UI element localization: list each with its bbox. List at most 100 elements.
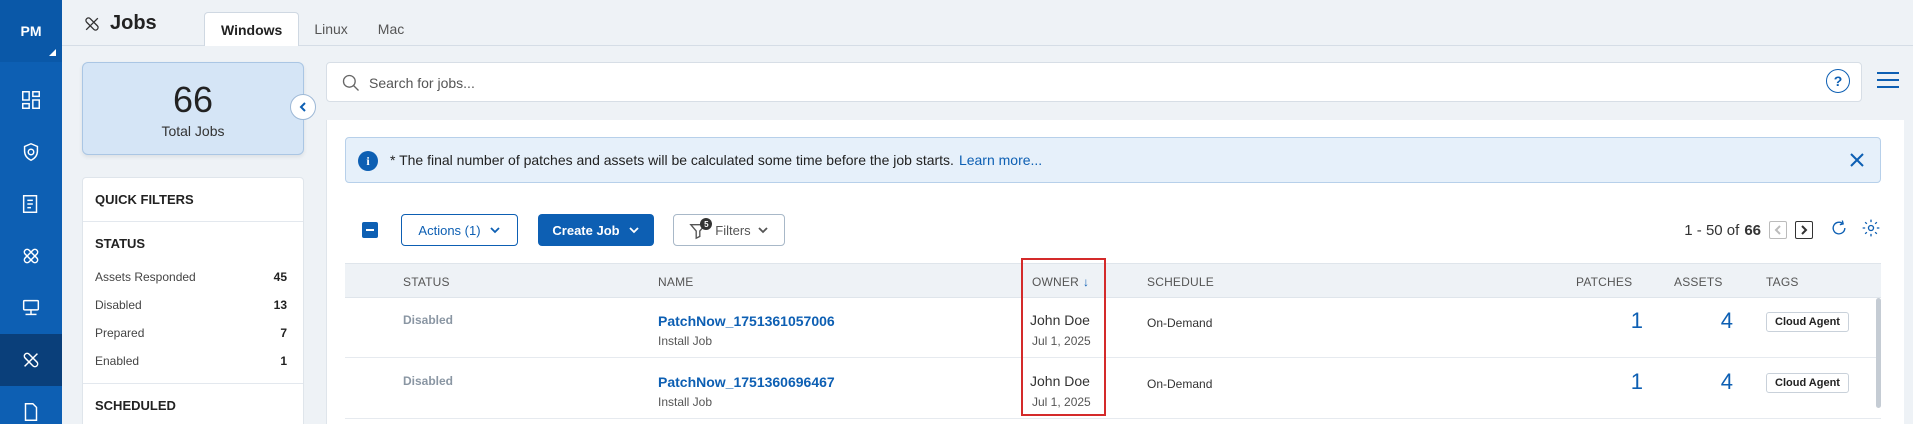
jobs-icon (85, 16, 99, 31)
refresh-button[interactable] (1829, 218, 1849, 242)
filter-label: Prepared (95, 326, 145, 340)
patches-count[interactable]: 1 (1613, 308, 1643, 334)
nav-jobs[interactable] (0, 334, 62, 386)
select-all-checkbox[interactable] (362, 222, 378, 238)
document-icon (24, 403, 38, 421)
settings-button[interactable] (1861, 218, 1881, 242)
filters-button[interactable]: 5 Filters (673, 214, 785, 246)
scheduled-section-title: SCHEDULED (95, 398, 176, 413)
nav-reports[interactable] (0, 386, 62, 424)
filter-assets-responded[interactable]: Assets Responded 45 (83, 263, 303, 291)
col-name[interactable]: NAME (658, 275, 693, 289)
tag-badge: Cloud Agent (1766, 312, 1849, 332)
filter-enabled[interactable]: Enabled 1 (83, 347, 303, 375)
banner-text: * The final number of patches and assets… (390, 152, 954, 168)
actions-button[interactable]: Actions (1) (401, 214, 518, 246)
learn-more-link[interactable]: Learn more... (959, 152, 1042, 168)
total-jobs-count: 66 (172, 79, 214, 120)
filter-label: Enabled (95, 354, 140, 368)
filter-count: 7 (280, 326, 287, 340)
tab-linux[interactable]: Linux (299, 12, 362, 46)
total-jobs-label: Total Jobs (161, 123, 225, 139)
page-title: Jobs (82, 12, 157, 35)
quick-filters-panel: QUICK FILTERS STATUS Assets Responded 45… (82, 177, 304, 424)
info-icon: i (358, 151, 378, 171)
nav-patches[interactable] (0, 230, 62, 282)
menu-icon[interactable] (1877, 72, 1899, 90)
logo-text: PM (20, 23, 42, 39)
table-header: STATUS NAME OWNER ↓ SCHEDULE PATCHES ASSE… (345, 263, 1881, 298)
filter-count: 13 (273, 298, 287, 312)
table-scrollbar[interactable] (1876, 298, 1881, 408)
filter-count-badge: 5 (700, 218, 713, 230)
patch-icon (23, 248, 39, 264)
nav-inventory[interactable] (0, 178, 62, 230)
job-type: Install Job (658, 334, 713, 348)
help-icon[interactable]: ? (1826, 69, 1850, 93)
nav-deployments[interactable] (0, 282, 62, 334)
col-assets[interactable]: ASSETS (1674, 275, 1723, 289)
os-tabs: Windows Linux Mac (204, 12, 419, 46)
jobs-toolbar: Actions (1) Create Job 5 Filters 1 - 50 … (345, 214, 1881, 248)
tab-mac[interactable]: Mac (363, 12, 419, 46)
inventory-icon (22, 195, 38, 213)
row-status: Disabled (403, 374, 454, 388)
dashboard-icon (22, 91, 40, 109)
shield-icon (23, 142, 39, 162)
close-icon (1850, 153, 1864, 167)
total-jobs-card[interactable]: 66 Total Jobs (82, 62, 304, 155)
chevron-down-icon (758, 227, 768, 234)
patches-count[interactable]: 1 (1613, 369, 1643, 395)
page-title-text: Jobs (110, 12, 157, 34)
page-range: 1 - 50 of (1684, 221, 1740, 239)
nav-vulnerabilities[interactable] (0, 126, 62, 178)
job-type: Install Job (658, 395, 713, 409)
search-bar (326, 62, 1862, 102)
col-schedule[interactable]: SCHEDULE (1147, 275, 1214, 289)
prev-page-button[interactable] (1769, 221, 1787, 239)
page-total: 66 (1744, 221, 1761, 239)
tag-badge: Cloud Agent (1766, 373, 1849, 393)
table-row[interactable]: Disabled PatchNow_1751361057006 Install … (345, 298, 1881, 358)
col-status[interactable]: STATUS (403, 275, 450, 289)
job-name-link[interactable]: PatchNow_1751361057006 (658, 313, 835, 329)
actions-label: Actions (1) (418, 222, 481, 238)
nav-dashboard[interactable] (0, 74, 62, 126)
assets-count[interactable]: 4 (1703, 369, 1733, 395)
search-icon (342, 74, 359, 91)
filter-disabled[interactable]: Disabled 13 (83, 291, 303, 319)
filter-icon: 5 (689, 218, 713, 240)
next-page-button[interactable] (1795, 221, 1813, 239)
banner-message: * The final number of patches and assets… (390, 152, 1042, 168)
nav-rail: PM (0, 0, 62, 424)
filter-prepared[interactable]: Prepared 7 (83, 319, 303, 347)
info-banner: i * The final number of patches and asse… (345, 137, 1881, 183)
col-tags[interactable]: TAGS (1766, 275, 1799, 289)
app-header: Jobs Windows Linux Mac (62, 0, 1913, 46)
gear-icon (1862, 219, 1880, 237)
filters-label: Filters (715, 222, 751, 238)
filter-count: 45 (273, 270, 287, 284)
collapse-panel-button[interactable] (290, 94, 316, 120)
jobs-icon (23, 352, 39, 368)
create-job-button[interactable]: Create Job (538, 214, 654, 246)
chevron-left-icon (299, 102, 306, 112)
chevron-down-icon (489, 227, 500, 234)
assets-count[interactable]: 4 (1703, 308, 1733, 334)
pagination: 1 - 50 of 66 (1684, 214, 1881, 246)
col-patches[interactable]: PATCHES (1576, 275, 1632, 289)
job-name-link[interactable]: PatchNow_1751360696467 (658, 374, 835, 390)
chevron-down-icon (628, 227, 639, 234)
table-row[interactable]: Disabled PatchNow_1751360696467 Install … (345, 359, 1881, 419)
tab-windows[interactable]: Windows (204, 12, 300, 46)
chevron-left-icon (1774, 225, 1781, 235)
filter-label: Disabled (95, 298, 142, 312)
status-section-title: STATUS (95, 236, 146, 251)
close-banner-button[interactable] (1848, 151, 1866, 169)
product-logo[interactable]: PM (0, 0, 62, 62)
refresh-icon (1832, 220, 1846, 235)
row-status: Disabled (403, 313, 454, 327)
owner-column-highlight (1021, 258, 1106, 416)
create-job-label: Create Job (552, 222, 620, 238)
search-input[interactable] (369, 71, 1769, 95)
